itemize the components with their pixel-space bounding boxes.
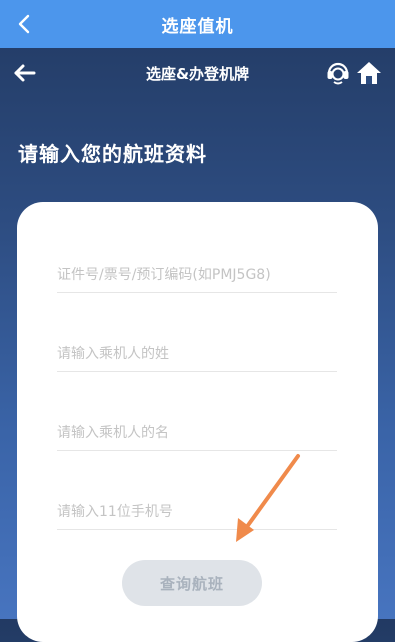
surname-input[interactable] bbox=[57, 337, 337, 371]
customer-service-button[interactable] bbox=[325, 60, 351, 86]
phone-input[interactable] bbox=[57, 495, 337, 529]
given-name-field[interactable] bbox=[57, 416, 337, 451]
app-title: 选座值机 bbox=[161, 16, 234, 37]
home-icon bbox=[357, 62, 381, 84]
customer-service-icon bbox=[327, 62, 349, 85]
form-heading: 请输入您的航班资料 bbox=[18, 142, 207, 166]
phone-field[interactable] bbox=[57, 495, 337, 530]
top-app-bar: 选座值机 bbox=[0, 0, 395, 48]
booking-id-input[interactable] bbox=[57, 258, 337, 292]
given-name-input[interactable] bbox=[57, 416, 337, 450]
booking-id-field[interactable] bbox=[57, 258, 337, 293]
home-button[interactable] bbox=[355, 59, 383, 87]
surname-field[interactable] bbox=[57, 337, 337, 372]
query-flight-button[interactable]: 查询航班 bbox=[122, 560, 262, 606]
page-nav-bar: 选座&办登机牌 bbox=[0, 48, 395, 98]
flight-info-form: 查询航班 bbox=[17, 202, 378, 642]
